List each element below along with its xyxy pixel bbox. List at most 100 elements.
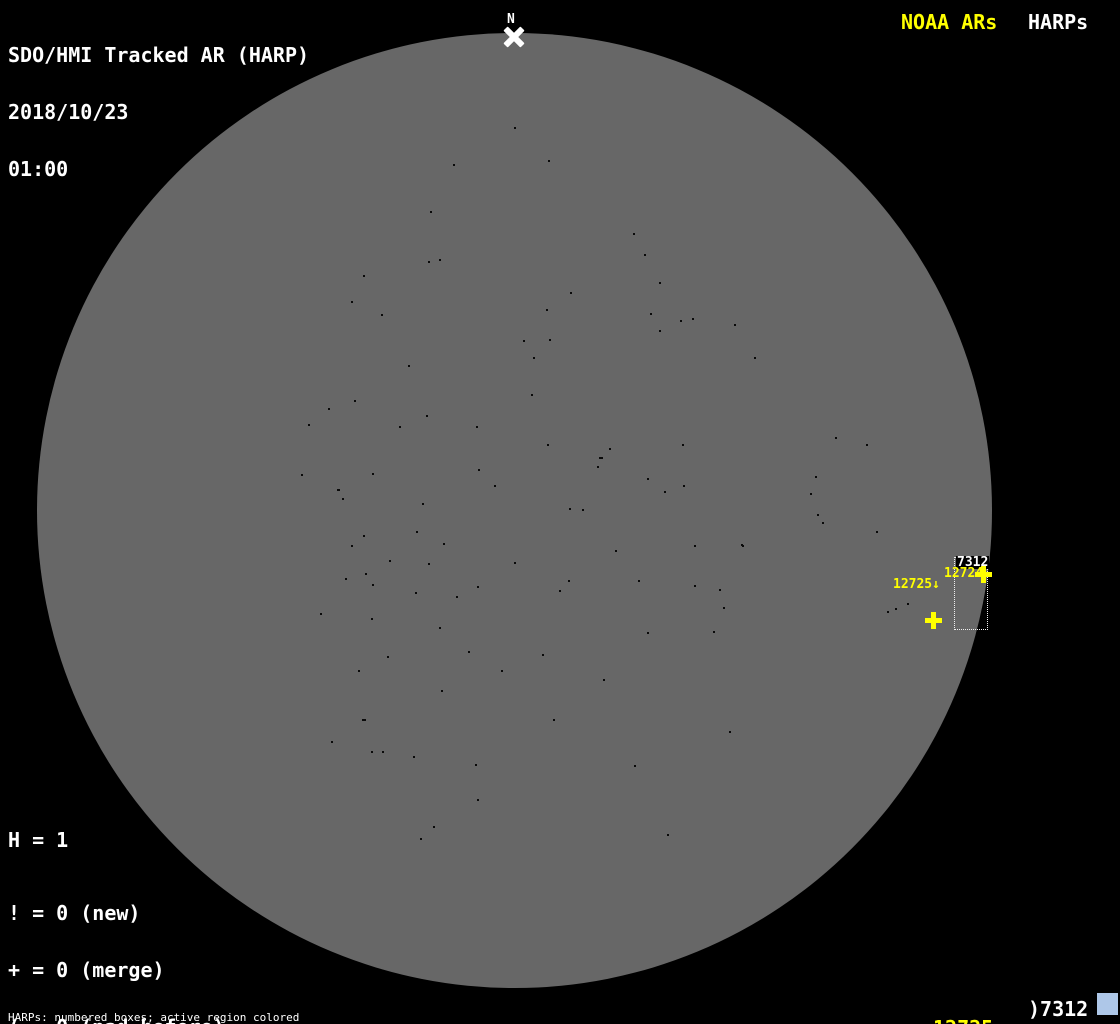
sunspot-speck — [597, 466, 599, 468]
sunspot-speck — [428, 261, 430, 263]
sunspot-speck — [638, 580, 640, 582]
sunspot-speck — [342, 498, 344, 500]
sunspot-speck — [835, 437, 837, 439]
sunspot-speck — [822, 522, 824, 524]
sunspot-speck — [426, 415, 428, 417]
plot-title-block: SDO/HMI Tracked AR (HARP) 2018/10/23 01:… — [8, 8, 309, 217]
sunspot-speck — [358, 670, 360, 672]
sunspot-speck — [301, 474, 303, 476]
sunspot-speck — [866, 444, 868, 446]
solar-harp-plot: SDO/HMI Tracked AR (HARP) 2018/10/23 01:… — [0, 0, 1120, 1024]
harp-count-line: H = 1 — [8, 828, 68, 852]
sunspot-speck — [413, 756, 415, 758]
sunspot-speck — [365, 573, 367, 575]
sunspot-speck — [523, 340, 525, 342]
noaa-ar-cross-12725 — [925, 612, 942, 629]
footnote-harps: HARPs: numbered boxes; active region col… — [8, 1012, 392, 1024]
plot-time: 01:00 — [8, 160, 309, 179]
sunspot-speck — [430, 211, 432, 213]
sunspot-speck — [667, 834, 669, 836]
sunspot-speck — [514, 127, 516, 129]
sunspot-speck — [468, 651, 470, 653]
sunspot-speck — [568, 580, 570, 582]
sunspot-speck — [546, 309, 548, 311]
sunspot-speck — [416, 531, 418, 533]
sunspot-speck — [609, 448, 611, 450]
sunspot-speck — [443, 543, 445, 545]
sunspot-speck — [354, 400, 356, 402]
sunspot-speck — [422, 503, 424, 505]
footnote-block: HARPs: numbered boxes; active region col… — [8, 988, 392, 1024]
sunspot-speck — [692, 318, 694, 320]
sunspot-speck — [548, 160, 550, 162]
sunspot-speck — [372, 584, 374, 586]
sunspot-speck — [320, 613, 322, 615]
sunspot-speck — [351, 301, 353, 303]
sunspot-speck — [533, 357, 535, 359]
sunspot-speck — [887, 611, 889, 613]
sunspot-speck — [659, 330, 661, 332]
sunspot-speck — [694, 545, 696, 547]
sunspot-speck — [817, 514, 819, 516]
sunspot-speck — [456, 596, 458, 598]
sunspot-speck — [453, 164, 455, 166]
sunspot-speck — [634, 765, 636, 767]
sunspot-speck — [895, 608, 897, 610]
sunspot-speck — [441, 690, 443, 692]
sunspot-speck — [345, 578, 347, 580]
sunspot-speck — [876, 531, 878, 533]
sunspot-speck — [351, 545, 353, 547]
sunspot-speck — [729, 731, 731, 733]
sunspot-speck — [477, 799, 479, 801]
summary-noaa-id-12725: 12725 — [933, 1018, 993, 1024]
legend-line-new: ! = 0 (new) — [8, 904, 237, 923]
sunspot-speck — [734, 324, 736, 326]
sunspot-speck — [582, 509, 584, 511]
noaa-ar-label-12725: 12725↓ — [893, 578, 940, 591]
sunspot-speck — [381, 314, 383, 316]
sunspot-speck — [420, 838, 422, 840]
sunspot-speck — [615, 550, 617, 552]
sunspot-speck — [713, 631, 715, 633]
sunspot-speck — [475, 764, 477, 766]
noaa-ar-label-12724: 12724 — [944, 567, 983, 580]
legend-line-merge: + = 0 (merge) — [8, 961, 237, 980]
sunspot-speck — [428, 563, 430, 565]
sunspot-speck — [501, 670, 503, 672]
legend-noaa-ars-label: NOAA ARs — [901, 10, 997, 34]
summary-noaa-ids: 12725 12724 — [933, 976, 993, 1024]
sunspot-speck — [371, 751, 373, 753]
sunspot-speck — [664, 491, 666, 493]
sunspot-speck — [399, 426, 401, 428]
sunspot-speck — [547, 444, 549, 446]
sunspot-speck — [372, 473, 374, 475]
sunspot-speck — [754, 357, 756, 359]
sunspot-speck — [382, 751, 384, 753]
sunspot-speck — [810, 493, 812, 495]
north-pole-x-icon — [502, 25, 526, 49]
sunspot-speck — [308, 424, 310, 426]
sunspot-speck — [362, 719, 366, 721]
sunspot-speck — [682, 444, 684, 446]
sunspot-speck — [331, 741, 333, 743]
sunspot-speck — [647, 478, 649, 480]
sunspot-speck — [650, 313, 652, 315]
sunspot-speck — [439, 259, 441, 261]
sunspot-speck — [603, 679, 605, 681]
legend-harps-label: HARPs — [1028, 10, 1088, 34]
sunspot-speck — [553, 719, 555, 721]
sunspot-speck — [363, 275, 365, 277]
sunspot-speck — [478, 469, 480, 471]
sunspot-speck — [680, 320, 682, 322]
sunspot-speck — [415, 592, 417, 594]
sunspot-speck — [742, 545, 744, 547]
harp-color-swatch — [1097, 993, 1118, 1015]
sunspot-speck — [389, 560, 391, 562]
sunspot-speck — [337, 489, 340, 491]
sunspot-speck — [694, 585, 696, 587]
sunspot-speck — [683, 485, 685, 487]
sunspot-speck — [514, 562, 516, 564]
plot-title: SDO/HMI Tracked AR (HARP) — [8, 46, 309, 65]
sunspot-speck — [477, 586, 479, 588]
sunspot-speck — [542, 654, 544, 656]
